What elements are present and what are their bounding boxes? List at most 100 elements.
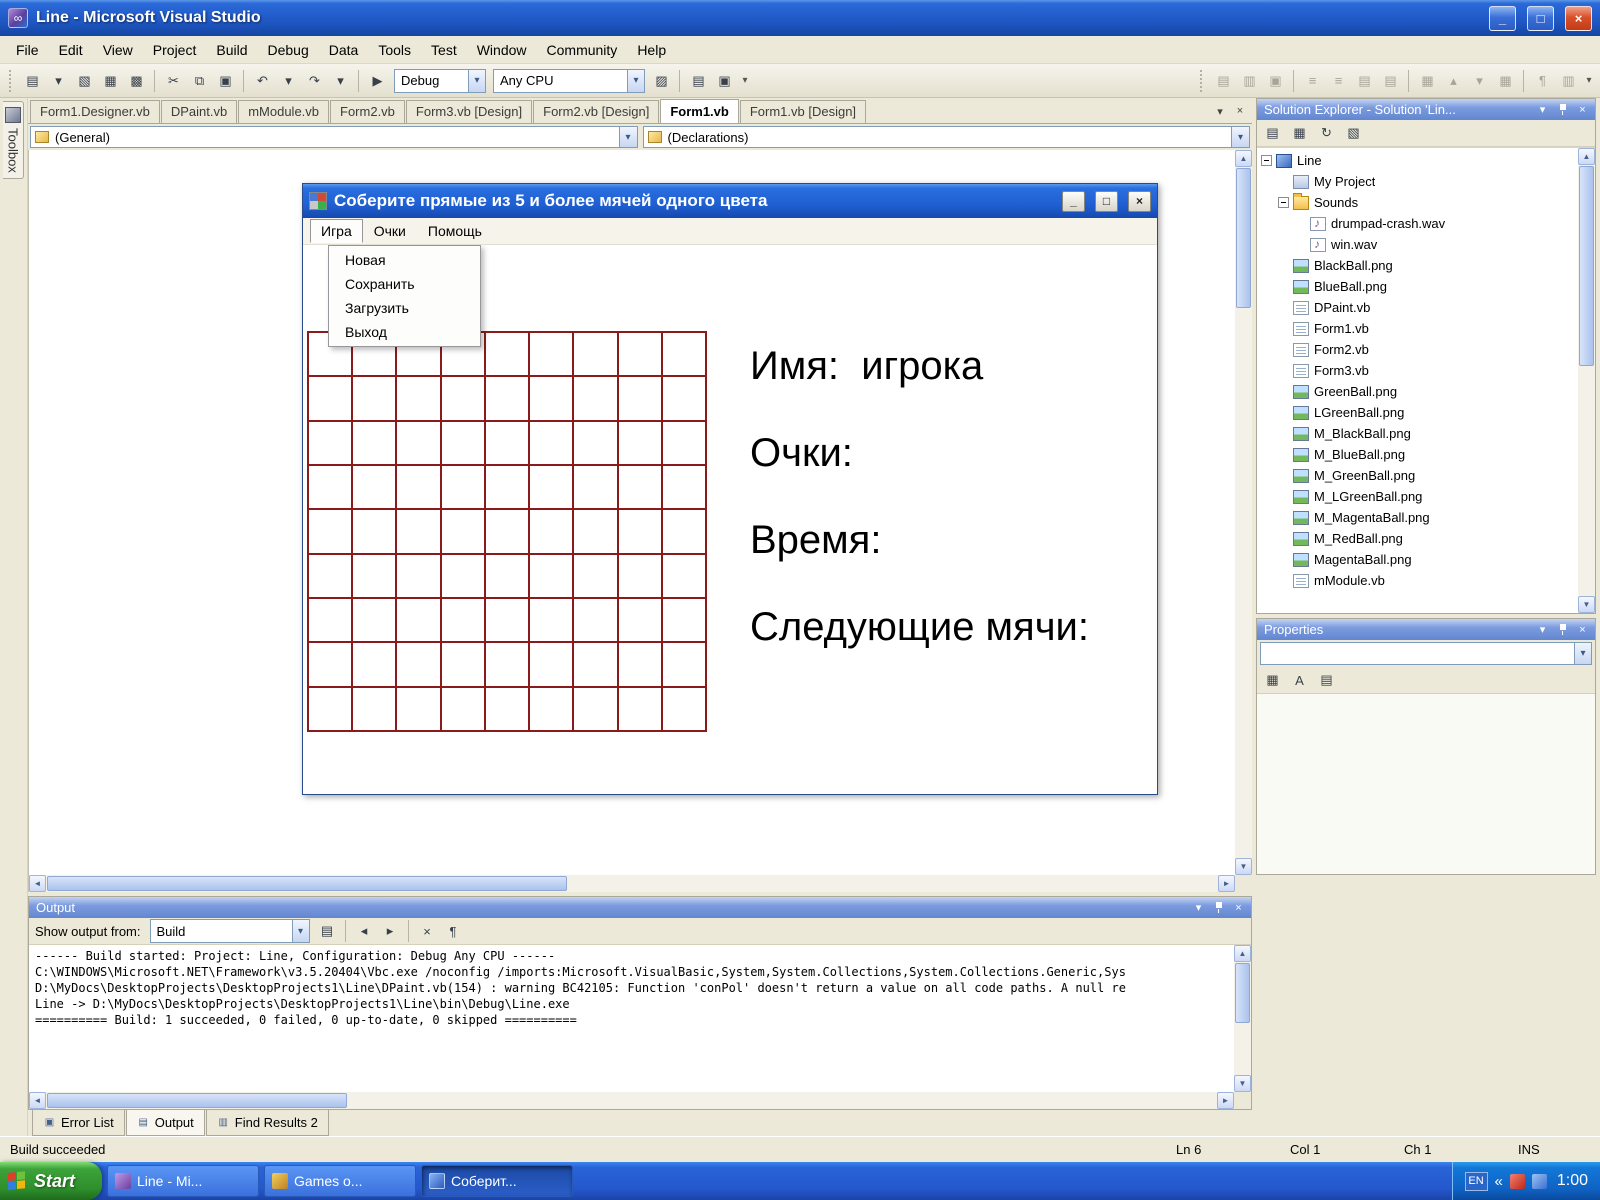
grid-cell[interactable] [486, 688, 530, 732]
pin-icon[interactable] [1554, 622, 1571, 638]
menu-item[interactable]: Project [143, 38, 207, 62]
toolbar-button[interactable] [358, 70, 360, 92]
grid-cell[interactable] [574, 466, 618, 510]
scrollbar-thumb[interactable] [47, 876, 567, 891]
form-close-button[interactable]: × [1128, 191, 1151, 212]
grid-cell[interactable] [397, 599, 441, 643]
solution-explorer-toolbar-button[interactable]: ▧ [1341, 121, 1366, 145]
chevron-down-icon[interactable]: ▾ [1574, 643, 1591, 664]
editor-vertical-scrollbar[interactable]: ▲ ▼ [1235, 150, 1252, 875]
popup-menu-item[interactable]: Выход [331, 320, 478, 344]
toolbar-button[interactable]: ▾ [1467, 69, 1492, 93]
maximize-button[interactable]: □ [1527, 6, 1554, 31]
grid-cell[interactable] [353, 555, 397, 599]
grid-cell[interactable] [574, 555, 618, 599]
grid-cell[interactable] [530, 510, 574, 554]
grid-cell[interactable] [353, 688, 397, 732]
toolbar-button[interactable]: ▤ [1378, 69, 1403, 93]
scroll-up-icon[interactable]: ▲ [1235, 150, 1252, 167]
output-toolbar-button[interactable]: ◂ [352, 919, 377, 943]
output-toolbar-button[interactable]: ▸ [378, 919, 403, 943]
close-icon[interactable]: × [1574, 622, 1591, 638]
toolbar-button[interactable]: ▾ [276, 69, 301, 93]
scrollbar-thumb[interactable] [1235, 963, 1250, 1023]
solution-explorer-header[interactable]: Solution Explorer - Solution 'Lin... ▾ × [1257, 99, 1595, 120]
toolbar-button[interactable]: ¶ [1530, 69, 1555, 93]
grid-cell[interactable] [574, 377, 618, 421]
grid-cell[interactable] [442, 466, 486, 510]
grid-cell[interactable] [574, 510, 618, 554]
scroll-down-icon[interactable]: ▼ [1578, 596, 1595, 613]
toolbar-button[interactable]: ▣ [1263, 69, 1288, 93]
toolbar-button[interactable]: ✂ [161, 69, 186, 93]
toolbar-button[interactable]: ≡ [1300, 69, 1325, 93]
grid-cell[interactable] [309, 688, 353, 732]
grid-cell[interactable] [442, 688, 486, 732]
grid-cell[interactable] [530, 333, 574, 377]
pin-icon[interactable] [1554, 102, 1571, 118]
toolbar-button[interactable] [154, 70, 156, 92]
document-tab[interactable]: DPaint.vb [161, 100, 237, 123]
solution-explorer-toolbar-button[interactable]: ▦ [1287, 121, 1312, 145]
grid-cell[interactable] [442, 555, 486, 599]
grid-cell[interactable] [397, 422, 441, 466]
document-tab[interactable]: Form1.Designer.vb [30, 100, 160, 123]
output-toolbar-button[interactable] [408, 920, 410, 942]
start-button[interactable]: Start [0, 1162, 102, 1200]
scrollbar-thumb[interactable] [1236, 168, 1251, 308]
tree-item[interactable]: My Project [1257, 171, 1578, 192]
grid-cell[interactable] [397, 688, 441, 732]
close-button[interactable]: × [1565, 6, 1592, 31]
close-icon[interactable]: × [1574, 102, 1591, 118]
grid-cell[interactable] [663, 466, 707, 510]
menu-item[interactable]: File [6, 38, 49, 62]
platform-combo[interactable]: Any CPU ▾ [493, 69, 645, 93]
grid-cell[interactable] [486, 333, 530, 377]
grid-cell[interactable] [619, 510, 663, 554]
tray-expand-icon[interactable]: « [1495, 1173, 1503, 1190]
tree-item[interactable]: Form1.vb [1257, 318, 1578, 339]
grid-cell[interactable] [619, 333, 663, 377]
tree-item[interactable]: M_BlueBall.png [1257, 444, 1578, 465]
grid-cell[interactable] [309, 510, 353, 554]
grid-cell[interactable] [530, 643, 574, 687]
grid-cell[interactable] [530, 599, 574, 643]
tree-item[interactable]: win.wav [1257, 234, 1578, 255]
grid-cell[interactable] [486, 555, 530, 599]
toolbar-button[interactable]: ⧉ [187, 69, 212, 93]
toolbar-button[interactable]: ▦ [98, 69, 123, 93]
editor-canvas[interactable]: Соберите прямые из 5 и более мячей одног… [29, 150, 1235, 875]
bottom-panel-tab[interactable]: ▤ Output [126, 1110, 205, 1136]
toolbar-button[interactable]: ▴ [1441, 69, 1466, 93]
grid-cell[interactable] [574, 422, 618, 466]
toolbar-button[interactable]: ≡ [1326, 69, 1351, 93]
tree-item[interactable]: Form2.vb [1257, 339, 1578, 360]
output-vertical-scrollbar[interactable]: ▲ ▼ [1234, 945, 1251, 1092]
grid-cell[interactable] [619, 555, 663, 599]
menu-item[interactable]: Tools [368, 38, 421, 62]
properties-toolbar-button[interactable]: A [1287, 668, 1312, 692]
toolbar-button[interactable]: ▶ [365, 69, 390, 93]
chevron-down-icon[interactable]: ▾ [619, 127, 637, 147]
chevron-down-icon[interactable]: ▾ [627, 70, 644, 92]
grid-cell[interactable] [397, 377, 441, 421]
grid-cell[interactable] [663, 643, 707, 687]
tree-item[interactable]: M_LGreenBall.png [1257, 486, 1578, 507]
solution-explorer-toolbar-button[interactable]: ▤ [1260, 121, 1285, 145]
editor-horizontal-scrollbar[interactable]: ◄ ► [29, 875, 1235, 892]
tab-list-dropdown-icon[interactable]: ▾ [1210, 101, 1230, 121]
language-indicator[interactable]: EN [1465, 1172, 1488, 1191]
toolbar-button[interactable]: ▦ [1493, 69, 1518, 93]
taskbar-button[interactable]: Games o... [264, 1165, 416, 1197]
tree-item[interactable]: BlackBall.png [1257, 255, 1578, 276]
popup-menu-item[interactable]: Новая [331, 248, 478, 272]
tray-icon[interactable] [1532, 1174, 1547, 1189]
grid-cell[interactable] [309, 466, 353, 510]
document-tab[interactable]: Form2.vb [Design] [533, 100, 659, 123]
form-menu-item[interactable]: Помощь [417, 219, 493, 243]
taskbar-button[interactable]: Line - Mi... [107, 1165, 259, 1197]
menu-item[interactable]: View [93, 38, 143, 62]
toolbar-button[interactable]: ↷ [302, 69, 327, 93]
scroll-up-icon[interactable]: ▲ [1234, 945, 1251, 962]
toolbar-button[interactable]: ▾ [46, 69, 71, 93]
